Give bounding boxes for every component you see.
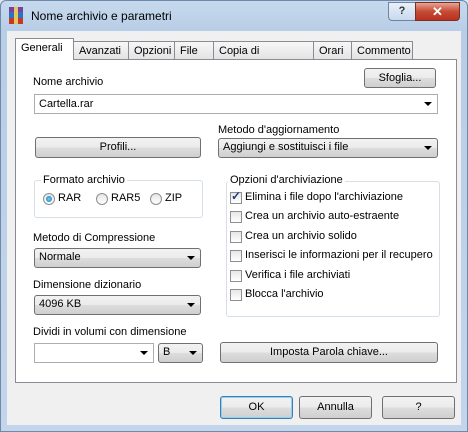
tab-avanzati[interactable]: Avanzati — [73, 41, 129, 59]
archive-name-input[interactable]: Cartella.rar — [34, 94, 438, 114]
tab-commento[interactable]: Commento — [351, 41, 413, 59]
title-help-button[interactable]: ? — [388, 2, 416, 21]
compression-value: Normale — [39, 251, 81, 263]
chevron-down-icon — [187, 303, 195, 307]
radio-rar[interactable] — [43, 193, 55, 205]
checkbox-verify[interactable] — [230, 270, 242, 282]
dialog-client: Generali Avanzati Opzioni File Copia di … — [7, 31, 461, 425]
split-size-input[interactable] — [34, 343, 154, 363]
browse-button[interactable]: Sfoglia... — [364, 68, 436, 88]
title-bar[interactable]: Nome archivio e parametri ? ✕ — [1, 1, 467, 31]
chevron-down-icon — [424, 146, 432, 150]
compression-label: Metodo di Compressione — [33, 232, 156, 244]
window-title: Nome archivio e parametri — [31, 9, 172, 23]
update-method-label: Metodo d'aggiornamento — [218, 124, 340, 136]
archive-options-label: Opzioni d'archiviazione — [228, 174, 345, 186]
radio-rar5[interactable] — [96, 193, 108, 205]
radio-rar-label[interactable]: RAR — [58, 192, 81, 204]
update-method-value: Aggiungi e sostituisci i file — [223, 141, 349, 153]
compression-select[interactable]: Normale — [34, 248, 201, 268]
archive-name-label: Nome archivio — [33, 76, 104, 88]
set-password-button[interactable]: Imposta Parola chiave... — [220, 342, 438, 363]
tab-file[interactable]: File — [174, 41, 214, 59]
dialog-window: Nome archivio e parametri ? ✕ Generali A… — [0, 0, 468, 432]
cancel-button[interactable]: Annulla — [299, 396, 372, 419]
checkbox-solid-label[interactable]: Crea un archivio solido — [245, 230, 357, 242]
split-unit-select[interactable]: B — [158, 343, 203, 363]
split-label: Dividi in volumi con dimensione — [33, 326, 187, 338]
radio-selected-dot — [46, 196, 52, 202]
dictionary-value: 4096 KB — [39, 298, 82, 310]
tab-opzioni[interactable]: Opzioni — [128, 41, 175, 59]
archive-name-value: Cartella.rar — [39, 98, 94, 110]
archive-name-dropdown-icon[interactable] — [424, 102, 432, 106]
checkbox-lock[interactable] — [230, 289, 242, 301]
split-size-dropdown-icon[interactable] — [140, 351, 148, 355]
archive-format-label: Formato archivio — [41, 174, 127, 186]
tab-generali[interactable]: Generali — [15, 38, 74, 60]
radio-zip[interactable] — [150, 193, 162, 205]
checkmark-icon: ✓ — [231, 189, 242, 203]
update-method-select[interactable]: Aggiungi e sostituisci i file — [218, 138, 438, 158]
checkbox-sfx[interactable] — [230, 211, 242, 223]
profiles-button[interactable]: Profili... — [35, 137, 201, 158]
tab-panel-generali: Nome archivio Sfoglia... Cartella.rar Pr… — [15, 59, 457, 383]
checkbox-delete-files[interactable]: ✓ — [230, 189, 242, 204]
close-button[interactable]: ✕ — [415, 2, 460, 21]
chevron-down-icon — [187, 256, 195, 260]
radio-zip-label[interactable]: ZIP — [165, 192, 182, 204]
help-button[interactable]: ? — [382, 396, 455, 419]
checkbox-delete-files-label[interactable]: Elimina i file dopo l'archiviazione — [245, 191, 403, 203]
checkbox-lock-label[interactable]: Blocca l'archivio — [245, 288, 324, 300]
tab-orari[interactable]: Orari — [313, 41, 352, 59]
split-unit-value: B — [163, 346, 171, 358]
radio-rar5-label[interactable]: RAR5 — [111, 192, 140, 204]
checkbox-sfx-label[interactable]: Crea un archivio auto-estraente — [245, 210, 399, 222]
checkbox-solid[interactable] — [230, 231, 242, 243]
checkbox-verify-label[interactable]: Verifica i file archiviati — [245, 269, 350, 281]
tab-copia-sicurezza[interactable]: Copia di sicurezza — [213, 41, 314, 75]
dictionary-select[interactable]: 4096 KB — [34, 295, 201, 315]
checkbox-recovery-label[interactable]: Inserisci le informazioni per il recuper… — [245, 249, 433, 261]
ok-button[interactable]: OK — [220, 396, 293, 419]
checkbox-recovery[interactable] — [230, 250, 242, 262]
dictionary-label: Dimensione dizionario — [33, 279, 142, 291]
winrar-icon — [9, 7, 23, 24]
chevron-down-icon — [189, 351, 197, 355]
